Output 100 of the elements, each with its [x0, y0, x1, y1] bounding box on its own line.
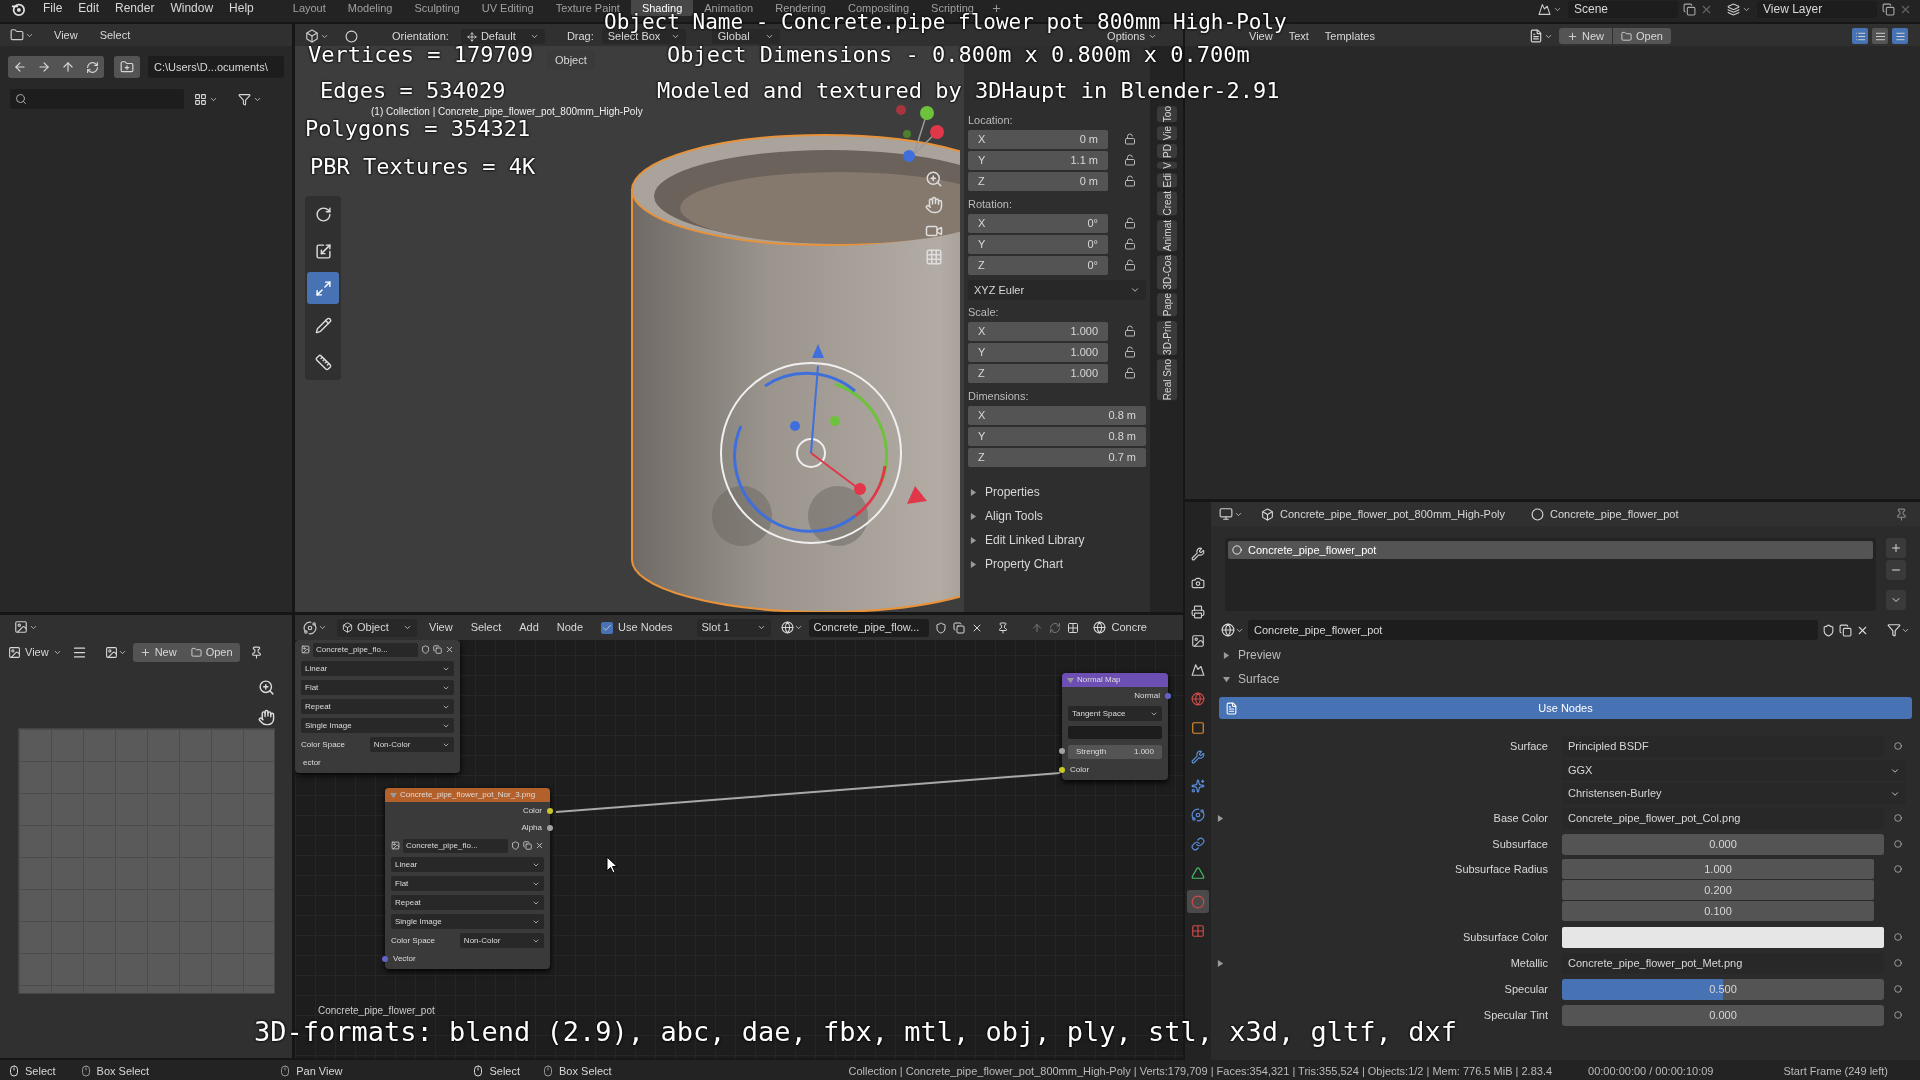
menu-item[interactable]: Text [1282, 28, 1315, 44]
sidebar-tab[interactable]: Pape [1156, 293, 1177, 317]
node-dropdown[interactable]: Tangent Space [1068, 706, 1162, 721]
collapsed-panel-header[interactable]: Properties [968, 480, 1146, 504]
new-button[interactable]: New [1559, 28, 1612, 44]
material-browse-button[interactable] [780, 621, 803, 634]
color-swatch[interactable] [1562, 926, 1884, 948]
node-dropdown[interactable]: Repeat [391, 895, 544, 910]
disclosure-triangle-icon[interactable] [1223, 651, 1230, 659]
number-field[interactable]: Y 1.1 m [968, 150, 1108, 170]
panel-header[interactable]: Surface [1211, 667, 1920, 691]
shield-icon[interactable] [934, 621, 947, 634]
panel-header[interactable]: Preview [1211, 643, 1920, 667]
expand-triangle-icon[interactable] [1217, 959, 1224, 967]
menu-item[interactable]: Templates [1318, 28, 1381, 44]
copy-icon[interactable] [1882, 2, 1895, 16]
pivot-button[interactable] [345, 29, 358, 44]
shield-icon[interactable] [511, 841, 520, 850]
sidebar-tab[interactable]: Real Sno [1156, 358, 1177, 400]
collapsed-panel-header[interactable]: Edit Linked Library [968, 528, 1146, 552]
unlock-icon[interactable] [1124, 133, 1136, 145]
unlock-icon[interactable] [1124, 367, 1136, 379]
workspace-tab[interactable]: Modeling [336, 0, 404, 16]
zoom-icon[interactable] [925, 170, 943, 188]
transform-orientation-dropdown[interactable]: Global [711, 29, 780, 44]
sidebar-tab[interactable]: Animat [1156, 219, 1177, 251]
image-name-field[interactable]: Concrete_pipe_flo... [403, 838, 508, 853]
number-field[interactable]: 0.200 [1562, 880, 1874, 900]
new-folder-button[interactable] [114, 56, 140, 78]
number-field[interactable]: X 0.8 m [968, 405, 1146, 425]
pin-icon[interactable] [996, 621, 1009, 634]
number-field[interactable]: Y 0° [968, 234, 1108, 254]
refresh-icon[interactable] [1048, 621, 1061, 634]
image-icon[interactable] [301, 645, 310, 654]
unlock-icon[interactable] [1124, 175, 1136, 187]
menu-item[interactable]: View [423, 619, 459, 636]
display-mode-button[interactable] [194, 92, 218, 106]
number-field[interactable]: X 0° [968, 213, 1108, 233]
slot-dropdown[interactable]: Slot 1 [696, 618, 771, 637]
menu-item[interactable]: Node [550, 619, 590, 636]
keyframe-dot-icon[interactable] [1894, 865, 1902, 873]
material-field[interactable]: Concrete_pipe_flow... [808, 618, 929, 637]
keyframe-dot-icon[interactable] [1894, 840, 1902, 848]
unlock-icon[interactable] [1124, 238, 1136, 250]
keyframe-dot-icon[interactable] [1894, 985, 1902, 993]
menu-item[interactable]: Select [93, 28, 137, 43]
keyframe-dot-icon[interactable] [1894, 742, 1902, 750]
keyframe-dot-icon[interactable] [1894, 959, 1902, 967]
object-menu[interactable]: Object [547, 50, 595, 70]
image-texture-node[interactable]: Concrete_pipe_flower_pot_Nor_3.png Color Alpha Concrete_pipe_flo... Linear Flat Repeat Single Image Color Space Non-Color Vector [385, 788, 550, 969]
view-layer-field[interactable]: View Layer [1757, 0, 1877, 18]
open-button[interactable]: Open [1613, 28, 1671, 44]
new-button[interactable]: New [132, 642, 184, 662]
disclosure-triangle-icon[interactable] [1223, 675, 1230, 683]
add-slot-button[interactable] [1886, 538, 1906, 558]
open-button[interactable]: Open [183, 642, 240, 662]
search-field[interactable] [10, 89, 184, 109]
collapsed-panel-header[interactable]: Property Chart [968, 552, 1146, 576]
disclosure-triangle-icon[interactable] [970, 536, 977, 544]
normal-map-node[interactable]: Normal Map Normal Tangent Space Strength 1.000 Color [1062, 673, 1168, 780]
number-field[interactable]: 0.100 [1562, 901, 1874, 921]
disclosure-triangle-icon[interactable] [970, 512, 977, 520]
expand-triangle-icon[interactable] [1217, 814, 1224, 822]
slot-specials-button[interactable] [1886, 590, 1906, 610]
copy-icon[interactable] [1683, 2, 1696, 16]
sidebar-tab[interactable]: V [1156, 162, 1177, 169]
use-nodes-checkbox[interactable]: Use Nodes [601, 619, 673, 636]
number-field[interactable]: Z 0° [968, 255, 1108, 275]
scene-field[interactable]: Scene [1568, 0, 1678, 18]
shield-icon[interactable] [421, 645, 430, 654]
material-tab[interactable] [1187, 890, 1209, 913]
close-icon[interactable] [535, 841, 544, 850]
menu-item[interactable]: Window [162, 0, 222, 17]
unlock-icon[interactable] [1124, 325, 1136, 337]
shader-dropdown[interactable]: Principled BSDF [1562, 735, 1884, 757]
filter-button[interactable] [1887, 623, 1910, 637]
disclosure-triangle-icon[interactable] [970, 560, 977, 568]
text-browse-button[interactable] [1529, 28, 1553, 44]
option-dropdown[interactable]: Christensen-Burley [1562, 783, 1906, 804]
number-field[interactable]: X 0 m [968, 129, 1108, 149]
menu-item[interactable]: Help [221, 0, 262, 17]
number-field[interactable]: Strength 1.000 [1068, 744, 1162, 759]
sidebar-tab[interactable]: Edi [1156, 173, 1177, 188]
filter-button[interactable] [238, 92, 262, 106]
sidebar-tab[interactable]: Too [1156, 106, 1177, 123]
keyframe-dot-icon[interactable] [1894, 814, 1902, 822]
copy-icon[interactable] [952, 621, 965, 634]
sidebar-tab[interactable]: Creat [1156, 191, 1177, 216]
path-field[interactable]: C:\Users\D...ocuments\ [148, 56, 284, 78]
unlock-icon[interactable] [1124, 346, 1136, 358]
sidebar-tab[interactable]: 3D-Prin [1156, 320, 1177, 355]
menu-item[interactable]: View [48, 28, 84, 43]
node-dropdown[interactable]: Non-Color [459, 933, 544, 948]
snap-icon[interactable] [1066, 621, 1079, 634]
node-dropdown[interactable]: Flat [301, 680, 454, 695]
zoom-icon[interactable] [258, 679, 275, 696]
node-dropdown[interactable]: Single Image [301, 718, 454, 733]
scene-browse-button[interactable] [1538, 2, 1562, 16]
workspace-tab[interactable]: Layout [281, 0, 337, 16]
number-field[interactable]: Z 0.7 m [968, 447, 1146, 467]
